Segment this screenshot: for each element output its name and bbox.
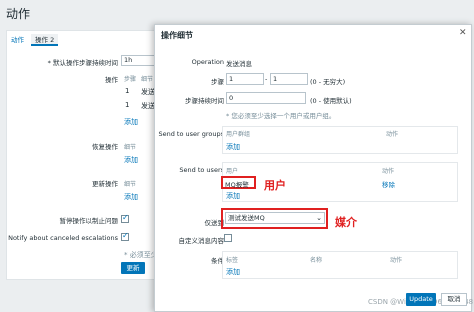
recovery-operations-label: 恢复操作 — [92, 143, 118, 151]
user-row-name: MQ报警 — [225, 181, 249, 189]
tab-operations[interactable]: 操作 2 — [31, 34, 59, 46]
required-note: * 您必须至少选择一个用户或用户组。 — [226, 112, 336, 120]
tab-action[interactable]: 动作 — [11, 34, 24, 44]
send-only-select[interactable]: 测试发送MQ ⌄ — [225, 212, 325, 224]
warning-text: * 必须至少 — [124, 251, 158, 259]
operation-row-detail: 发送 — [141, 88, 155, 96]
operations-add-link[interactable]: 添加 — [124, 117, 138, 127]
user-groups-label: Send to user groups — [158, 130, 224, 138]
steps-dash: - — [265, 75, 268, 83]
users-label: Send to users — [179, 166, 224, 174]
users-header-user: 用户 — [226, 168, 239, 175]
conditions-section — [222, 251, 458, 279]
update-ops-header-detail: 细节 — [124, 181, 137, 188]
conditions-add-link[interactable]: 添加 — [226, 267, 240, 277]
operation-row-step: 1 — [125, 101, 130, 109]
steps-label: 步骤 — [211, 78, 224, 86]
steps-hint: (0 - 无穷大) — [310, 78, 346, 86]
dialog-cancel-button[interactable]: 取消 — [441, 293, 467, 306]
background-update-button[interactable]: 更新 — [121, 262, 145, 274]
annotation-media: 媒介 — [335, 216, 357, 229]
user-groups-section — [222, 126, 458, 154]
recovery-add-link[interactable]: 添加 — [124, 155, 138, 165]
recovery-header-detail: 细节 — [124, 144, 137, 151]
users-section — [222, 162, 458, 202]
step-duration-input[interactable]: 0 — [226, 92, 306, 104]
operations-header-step: 步骤 — [124, 76, 137, 83]
users-add-link[interactable]: 添加 — [226, 191, 240, 201]
pause-label: 暂停操作以制止问题 — [59, 217, 119, 225]
dialog-title: 操作细节 — [161, 31, 193, 40]
custom-message-checkbox[interactable] — [224, 234, 232, 242]
conditions-header-label: 标签 — [226, 257, 239, 264]
operation-value: 发送消息 — [226, 60, 252, 68]
dialog-update-button[interactable]: Update — [406, 293, 436, 306]
operation-row-detail: 发送 — [141, 102, 155, 110]
close-icon[interactable]: ✕ — [459, 28, 467, 38]
operations-label: 操作 — [105, 76, 118, 84]
custom-message-label: 自定义消息内容 — [178, 237, 225, 245]
operations-header-detail: 细节 — [141, 76, 154, 83]
send-only-value: 测试发送MQ — [228, 214, 265, 222]
steps-from-input[interactable]: 1 — [226, 73, 264, 85]
operation-row-step: 1 — [125, 87, 130, 95]
user-remove-link[interactable]: 移除 — [382, 179, 395, 189]
conditions-header-name: 名称 — [310, 257, 323, 264]
page-title: 动作 — [6, 7, 31, 21]
step-duration-label: 步骤持续时间 — [185, 97, 224, 105]
conditions-header-action: 动作 — [390, 257, 403, 264]
groups-header-group: 用户群组 — [226, 131, 251, 138]
pause-checkbox[interactable] — [121, 213, 129, 223]
chevron-down-icon: ⌄ — [316, 214, 322, 222]
update-operations-label: 更新操作 — [92, 180, 118, 188]
users-header-action: 动作 — [382, 168, 395, 175]
default-duration-label: * 默认操作步骤持续时间 — [47, 59, 118, 67]
groups-add-link[interactable]: 添加 — [226, 142, 240, 152]
operation-label: Operation — [191, 58, 224, 66]
notify-canceled-label: Notify about canceled escalations — [8, 234, 118, 242]
step-duration-hint: (0 - 使用默认) — [310, 97, 352, 105]
notify-canceled-checkbox[interactable] — [121, 231, 129, 241]
steps-to-input[interactable]: 1 — [270, 73, 308, 85]
annotation-user: 用户 — [264, 179, 286, 192]
update-ops-add-link[interactable]: 添加 — [124, 192, 138, 202]
groups-header-action: 动作 — [386, 131, 399, 138]
